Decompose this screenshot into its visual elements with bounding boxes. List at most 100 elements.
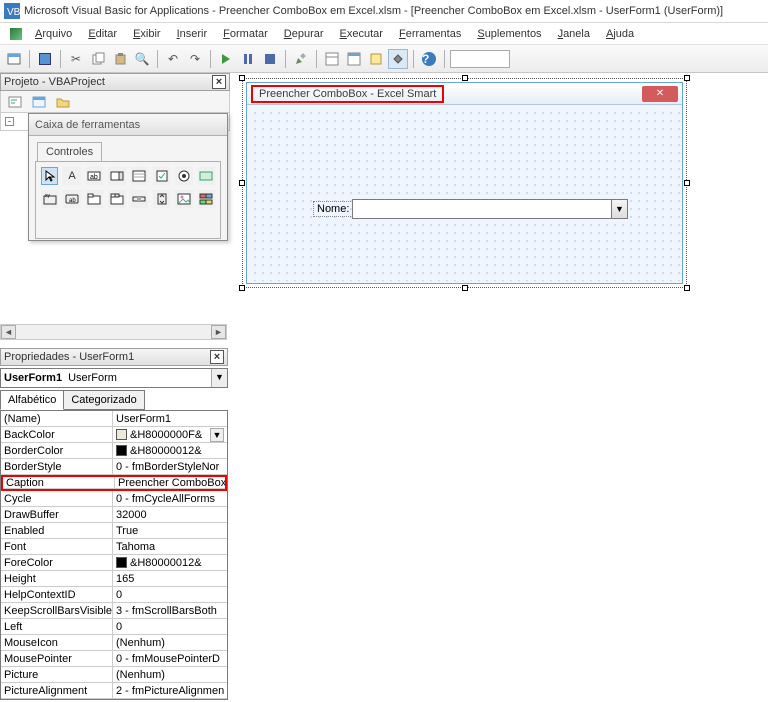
- toolbox-tab-controles[interactable]: Controles: [37, 142, 102, 161]
- insert-userform-icon[interactable]: [4, 49, 24, 69]
- menu-janela[interactable]: Janela: [551, 26, 597, 42]
- frame-tool-icon[interactable]: xy: [41, 190, 58, 208]
- resize-handle-e[interactable]: [684, 180, 690, 186]
- cut-icon[interactable]: ✂: [66, 49, 86, 69]
- pointer-tool-icon[interactable]: [41, 167, 58, 185]
- menu-editar[interactable]: Editar: [81, 26, 124, 42]
- property-row[interactable]: Left0: [1, 619, 227, 635]
- property-value[interactable]: &H8000000F&▼: [113, 427, 227, 443]
- excel-switch-icon[interactable]: [6, 24, 26, 44]
- properties-close-icon[interactable]: ×: [210, 350, 224, 364]
- properties-window-icon[interactable]: [344, 49, 364, 69]
- project-explorer-close-icon[interactable]: ×: [212, 75, 226, 89]
- menu-exibir[interactable]: Exibir: [126, 26, 168, 42]
- menu-arquivo[interactable]: Arquivo: [28, 26, 79, 42]
- label-nome[interactable]: Nome:: [313, 201, 353, 217]
- menu-inserir[interactable]: Inserir: [170, 26, 215, 42]
- combobox-dropdown-icon[interactable]: ▼: [611, 200, 627, 218]
- resize-handle-s[interactable]: [462, 285, 468, 291]
- resize-handle-sw[interactable]: [239, 285, 245, 291]
- resize-handle-se[interactable]: [684, 285, 690, 291]
- resize-handle-n[interactable]: [462, 75, 468, 81]
- property-row[interactable]: BorderStyle0 - fmBorderStyleNor: [1, 459, 227, 475]
- property-value[interactable]: True: [113, 523, 227, 539]
- property-row[interactable]: Height165: [1, 571, 227, 587]
- textbox-tool-icon[interactable]: ab: [86, 167, 103, 185]
- optionbutton-tool-icon[interactable]: [175, 167, 192, 185]
- menu-suplementos[interactable]: Suplementos: [470, 26, 548, 42]
- project-explorer-icon[interactable]: [322, 49, 342, 69]
- toolbox-window[interactable]: Caixa de ferramentas Controles A ab xy a…: [28, 113, 228, 241]
- combobox-nome[interactable]: ▼: [352, 199, 628, 219]
- property-value[interactable]: 0: [113, 587, 227, 603]
- toolbox-header[interactable]: Caixa de ferramentas: [29, 114, 227, 136]
- scrollbar-tool-icon[interactable]: [131, 190, 148, 208]
- menu-formatar[interactable]: Formatar: [216, 26, 275, 42]
- object-browser-icon[interactable]: [366, 49, 386, 69]
- property-row[interactable]: (Name)UserForm1: [1, 411, 227, 427]
- userform-preview[interactable]: Preencher ComboBox - Excel Smart ✕ Nome:…: [246, 82, 683, 284]
- property-row[interactable]: Cycle0 - fmCycleAllForms: [1, 491, 227, 507]
- dropdown-icon[interactable]: ▼: [210, 428, 224, 442]
- listbox-tool-icon[interactable]: [131, 167, 148, 185]
- scroll-right-icon[interactable]: ►: [211, 325, 226, 339]
- properties-grid[interactable]: (Name)UserForm1BackColor&H8000000F&▼Bord…: [0, 411, 228, 700]
- property-value[interactable]: 0 - fmBorderStyleNor: [113, 459, 227, 475]
- tree-minus-icon[interactable]: -: [5, 117, 14, 126]
- tabstrip-tool-icon[interactable]: [86, 190, 103, 208]
- resize-handle-nw[interactable]: [239, 75, 245, 81]
- tab-alfabetico[interactable]: Alfabético: [0, 390, 64, 410]
- toggle-folders-icon[interactable]: [53, 92, 73, 112]
- property-row[interactable]: MouseIcon(Nenhum): [1, 635, 227, 651]
- menu-ferramentas[interactable]: Ferramentas: [392, 26, 468, 42]
- multipage-tool-icon[interactable]: [108, 190, 125, 208]
- property-value[interactable]: 0: [113, 619, 227, 635]
- toolbox-icon[interactable]: [388, 49, 408, 69]
- property-value[interactable]: &H80000012&: [113, 555, 227, 571]
- form-selection-frame[interactable]: Preencher ComboBox - Excel Smart ✕ Nome:…: [242, 78, 687, 288]
- property-value[interactable]: 165: [113, 571, 227, 587]
- property-value[interactable]: 2 - fmPictureAlignmen: [113, 683, 227, 699]
- property-value[interactable]: 3 - fmScrollBarsBoth: [113, 603, 227, 619]
- property-row[interactable]: PictureAlignment2 - fmPictureAlignmen: [1, 683, 227, 699]
- view-code-icon[interactable]: [5, 92, 25, 112]
- checkbox-tool-icon[interactable]: [153, 167, 170, 185]
- togglebutton-tool-icon[interactable]: [198, 167, 215, 185]
- property-value[interactable]: (Nenhum): [113, 635, 227, 651]
- run-icon[interactable]: [216, 49, 236, 69]
- undo-icon[interactable]: ↶: [163, 49, 183, 69]
- scroll-left-icon[interactable]: ◄: [1, 325, 16, 339]
- userform-close-icon[interactable]: ✕: [642, 86, 678, 102]
- form-designer[interactable]: Preencher ComboBox - Excel Smart ✕ Nome:…: [240, 76, 695, 300]
- resize-handle-w[interactable]: [239, 180, 245, 186]
- property-row[interactable]: Picture(Nenhum): [1, 667, 227, 683]
- property-row[interactable]: DrawBuffer32000: [1, 507, 227, 523]
- reset-icon[interactable]: [260, 49, 280, 69]
- resize-handle-ne[interactable]: [684, 75, 690, 81]
- break-icon[interactable]: [238, 49, 258, 69]
- paste-icon[interactable]: [110, 49, 130, 69]
- property-row[interactable]: FontTahoma: [1, 539, 227, 555]
- property-value[interactable]: 0 - fmMousePointerD: [113, 651, 227, 667]
- menu-ajuda[interactable]: Ajuda: [599, 26, 641, 42]
- find-icon[interactable]: 🔍: [132, 49, 152, 69]
- property-row[interactable]: BorderColor&H80000012&: [1, 443, 227, 459]
- refedit-tool-icon[interactable]: [198, 190, 215, 208]
- spinbutton-tool-icon[interactable]: [153, 190, 170, 208]
- property-value[interactable]: Tahoma: [113, 539, 227, 555]
- menu-depurar[interactable]: Depurar: [277, 26, 331, 42]
- property-row[interactable]: MousePointer0 - fmMousePointerD: [1, 651, 227, 667]
- property-row[interactable]: ForeColor&H80000012&: [1, 555, 227, 571]
- property-row[interactable]: EnabledTrue: [1, 523, 227, 539]
- tab-categorizado[interactable]: Categorizado: [63, 390, 144, 410]
- form-grid[interactable]: Nome: ▼: [249, 107, 680, 281]
- property-row[interactable]: HelpContextID0: [1, 587, 227, 603]
- dropdown-icon[interactable]: ▼: [211, 369, 227, 387]
- label-tool-icon[interactable]: A: [63, 167, 80, 185]
- design-mode-icon[interactable]: [291, 49, 311, 69]
- project-explorer-hscroll[interactable]: ◄ ►: [0, 324, 227, 340]
- property-value[interactable]: Preencher ComboBox: [115, 477, 225, 489]
- property-row[interactable]: BackColor&H8000000F&▼: [1, 427, 227, 443]
- copy-icon[interactable]: [88, 49, 108, 69]
- combobox-tool-icon[interactable]: [108, 167, 125, 185]
